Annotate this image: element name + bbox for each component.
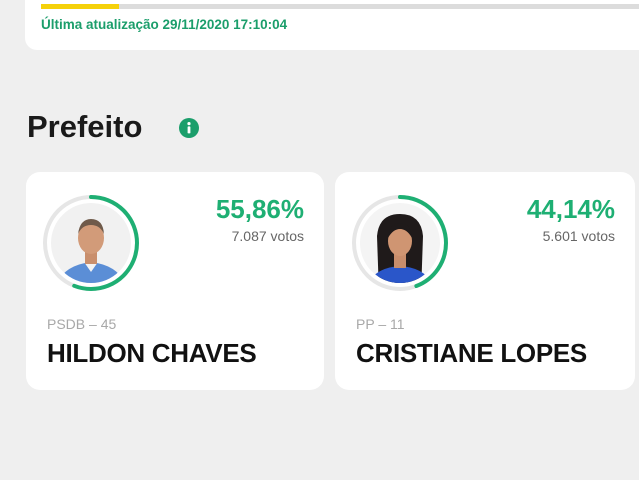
count-progress-fill: [41, 4, 119, 9]
candidate-name: HILDON CHAVES: [47, 338, 257, 368]
vote-count: 7.087 votos: [231, 228, 304, 244]
last-update-text: Última atualização 29/11/2020 17:10:04: [41, 17, 288, 32]
section-title: Prefeito: [27, 109, 143, 144]
party-number: PP – 11: [356, 316, 405, 332]
vote-share-ring: [43, 195, 139, 291]
vote-percentage: 44,14%: [526, 194, 615, 224]
candidate-photo: [51, 203, 131, 283]
candidate-card[interactable]: 44,14% 5.601 votos PP – 11 CRISTIANE LOP…: [335, 172, 635, 390]
count-progress-bar: [41, 4, 639, 9]
vote-share-ring: [352, 195, 448, 291]
candidate-name: CRISTIANE LOPES: [356, 338, 587, 368]
candidate-card[interactable]: 55,86% 7.087 votos PSDB – 45 HILDON CHAV…: [26, 172, 324, 390]
party-number: PSDB – 45: [47, 316, 117, 332]
update-status-card: Última atualização 29/11/2020 17:10:04: [25, 0, 639, 50]
vote-percentage: 55,86%: [215, 194, 304, 224]
info-icon[interactable]: [179, 118, 199, 138]
candidate-photo: [360, 203, 440, 283]
vote-count: 5.601 votos: [542, 228, 615, 244]
